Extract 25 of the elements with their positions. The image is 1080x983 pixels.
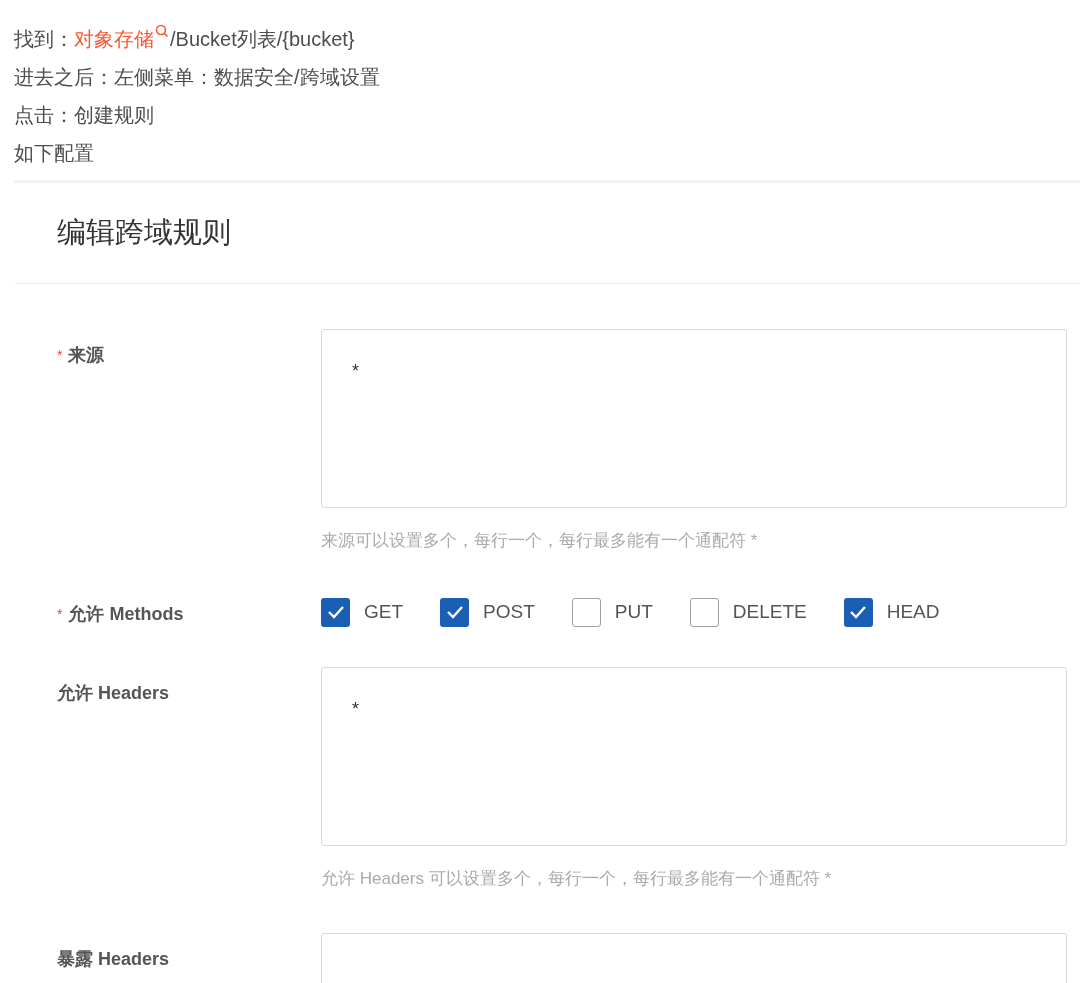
field-label: 暴露 Headers xyxy=(57,949,170,969)
method-checkbox[interactable]: GET xyxy=(321,597,404,627)
help-text: 允许 Headers 可以设置多个，每行一个，每行最多能有一个通配符 * xyxy=(321,867,833,890)
method-checkbox[interactable]: DELETE xyxy=(689,597,807,627)
check-icon xyxy=(445,605,464,619)
text-area[interactable]: * xyxy=(321,666,1067,846)
instruction-text: 如下配置 xyxy=(14,141,94,166)
field-label: 允许 Methods xyxy=(68,603,184,624)
method-checkbox[interactable]: PUT xyxy=(571,597,653,627)
instruction-text: 找到： xyxy=(14,27,74,52)
method-checkbox[interactable]: POST xyxy=(440,597,535,627)
check-icon xyxy=(849,605,868,619)
help-text: 来源可以设置多个，每行一个，每行最多能有一个通配符 * xyxy=(321,530,759,552)
required-icon: * xyxy=(57,345,63,365)
instruction-text: /Bucket列表/{bucket} xyxy=(170,27,355,52)
instruction-text: 进去之后：左侧菜单：数据安全/跨域设置 xyxy=(14,65,380,90)
instruction-text: 点击：创建规则 xyxy=(14,103,154,128)
field-label: 允许 Headers xyxy=(57,682,170,703)
search-icon xyxy=(154,24,170,40)
method-checkbox[interactable]: HEAD xyxy=(843,597,940,627)
field-label: 来源 xyxy=(68,345,105,365)
check-icon xyxy=(326,605,345,619)
required-icon: * xyxy=(57,603,63,624)
text-area[interactable]: * xyxy=(321,329,1067,508)
dialog-title: 编辑跨域规则 xyxy=(57,215,231,251)
